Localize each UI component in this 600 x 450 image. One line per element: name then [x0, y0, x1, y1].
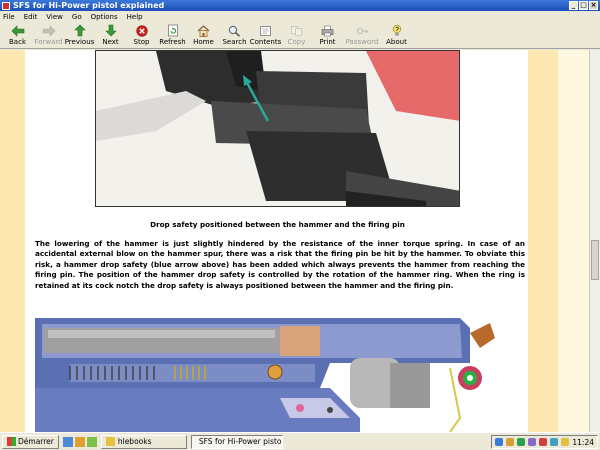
explanation-paragraph: The lowering of the hammer is just sligh… — [35, 239, 525, 290]
copy-button[interactable]: Copy — [281, 22, 312, 49]
mechanism-photo — [95, 50, 460, 207]
app-icon — [2, 1, 10, 10]
contents-label: Contents — [249, 38, 282, 46]
quick-launch-desktop-icon[interactable] — [86, 436, 97, 447]
start-label: Démarrer — [18, 437, 54, 446]
clock[interactable]: 11:24 — [572, 438, 594, 447]
windows-flag-icon — [7, 437, 16, 446]
password-label: Password — [345, 38, 379, 46]
forward-button[interactable]: Forward — [33, 22, 64, 49]
task-sfs-window[interactable]: SFS for Hi-Power pisto... — [190, 434, 283, 449]
right-margin-band — [528, 50, 558, 432]
stop-icon — [135, 24, 149, 37]
network-icon[interactable] — [495, 438, 504, 446]
next-button[interactable]: Next — [95, 22, 126, 49]
home-label: Home — [193, 38, 214, 46]
tray-app-icon[interactable] — [561, 438, 570, 446]
menu-help[interactable]: Help — [127, 13, 143, 21]
about-button[interactable]: About — [381, 22, 412, 49]
title-bar: SFS for Hi-Power pistol explained _ □ × — [0, 0, 600, 11]
copy-icon — [290, 24, 304, 37]
start-button[interactable]: Démarrer — [2, 434, 59, 449]
quick-launch-ie-icon[interactable] — [62, 436, 73, 447]
contents-button[interactable]: Contents — [250, 22, 281, 49]
search-button[interactable]: Search — [219, 22, 250, 49]
password-button[interactable]: Password — [343, 22, 381, 49]
content-area[interactable]: Drop safety positioned between the hamme… — [0, 50, 600, 432]
tray-app-icon[interactable] — [528, 438, 537, 446]
menu-options[interactable]: Options — [91, 13, 118, 21]
vertical-scrollbar[interactable] — [589, 50, 600, 432]
task-label: hlebooks — [117, 437, 152, 446]
system-tray: 11:24 — [491, 435, 598, 449]
window-title: SFS for Hi-Power pistol explained — [13, 1, 165, 10]
volume-icon[interactable] — [506, 438, 515, 446]
task-label: SFS for Hi-Power pisto... — [198, 437, 283, 446]
about-icon — [390, 24, 404, 37]
home-button[interactable]: Home — [188, 22, 219, 49]
refresh-icon — [166, 24, 180, 37]
print-icon — [321, 24, 335, 37]
menu-view[interactable]: View — [46, 13, 63, 21]
pistol-cutaway-diagram — [30, 308, 500, 432]
photo-caption: Drop safety positioned between the hamme… — [150, 220, 405, 229]
previous-label: Previous — [64, 38, 95, 46]
down-arrow-icon — [104, 24, 118, 37]
forward-arrow-icon — [42, 24, 56, 37]
quick-launch — [62, 436, 97, 447]
taskbar: Démarrer hlebooks SFS for Hi-Power pisto… — [0, 432, 600, 450]
menu-edit[interactable]: Edit — [24, 13, 38, 21]
contents-icon — [259, 24, 273, 37]
scrollbar-thumb[interactable] — [591, 240, 599, 280]
copy-label: Copy — [287, 38, 306, 46]
search-icon — [228, 24, 242, 37]
task-hlebooks[interactable]: hlebooks — [100, 434, 187, 449]
back-button[interactable]: Back — [2, 22, 33, 49]
up-arrow-icon — [73, 24, 87, 37]
menu-file[interactable]: File — [3, 13, 15, 21]
refresh-label: Refresh — [159, 38, 186, 46]
folder-icon — [105, 437, 115, 446]
refresh-button[interactable]: Refresh — [157, 22, 188, 49]
back-arrow-icon — [11, 24, 25, 37]
search-label: Search — [222, 38, 247, 46]
forward-label: Forward — [34, 38, 63, 46]
print-label: Print — [319, 38, 336, 46]
minimize-button[interactable]: _ — [569, 1, 578, 10]
menu-bar: File Edit View Go Options Help — [0, 11, 600, 22]
stop-label: Stop — [133, 38, 150, 46]
close-button[interactable]: × — [589, 1, 598, 10]
about-label: About — [386, 38, 407, 46]
toolbar: Back Forward Previous Next Stop Refresh … — [0, 22, 600, 49]
left-margin-band — [0, 50, 25, 432]
menu-go[interactable]: Go — [72, 13, 82, 21]
print-button[interactable]: Print — [312, 22, 343, 49]
previous-button[interactable]: Previous — [64, 22, 95, 49]
tray-app-icon[interactable] — [517, 438, 526, 446]
quick-launch-folder-icon[interactable] — [74, 436, 85, 447]
home-icon — [197, 24, 211, 37]
right-margin-band-light — [558, 50, 589, 432]
back-label: Back — [9, 38, 26, 46]
next-label: Next — [102, 38, 119, 46]
security-icon[interactable] — [539, 438, 548, 446]
tray-app-icon[interactable] — [550, 438, 559, 446]
maximize-button[interactable]: □ — [579, 1, 588, 10]
password-icon — [355, 24, 369, 37]
stop-button[interactable]: Stop — [126, 22, 157, 49]
